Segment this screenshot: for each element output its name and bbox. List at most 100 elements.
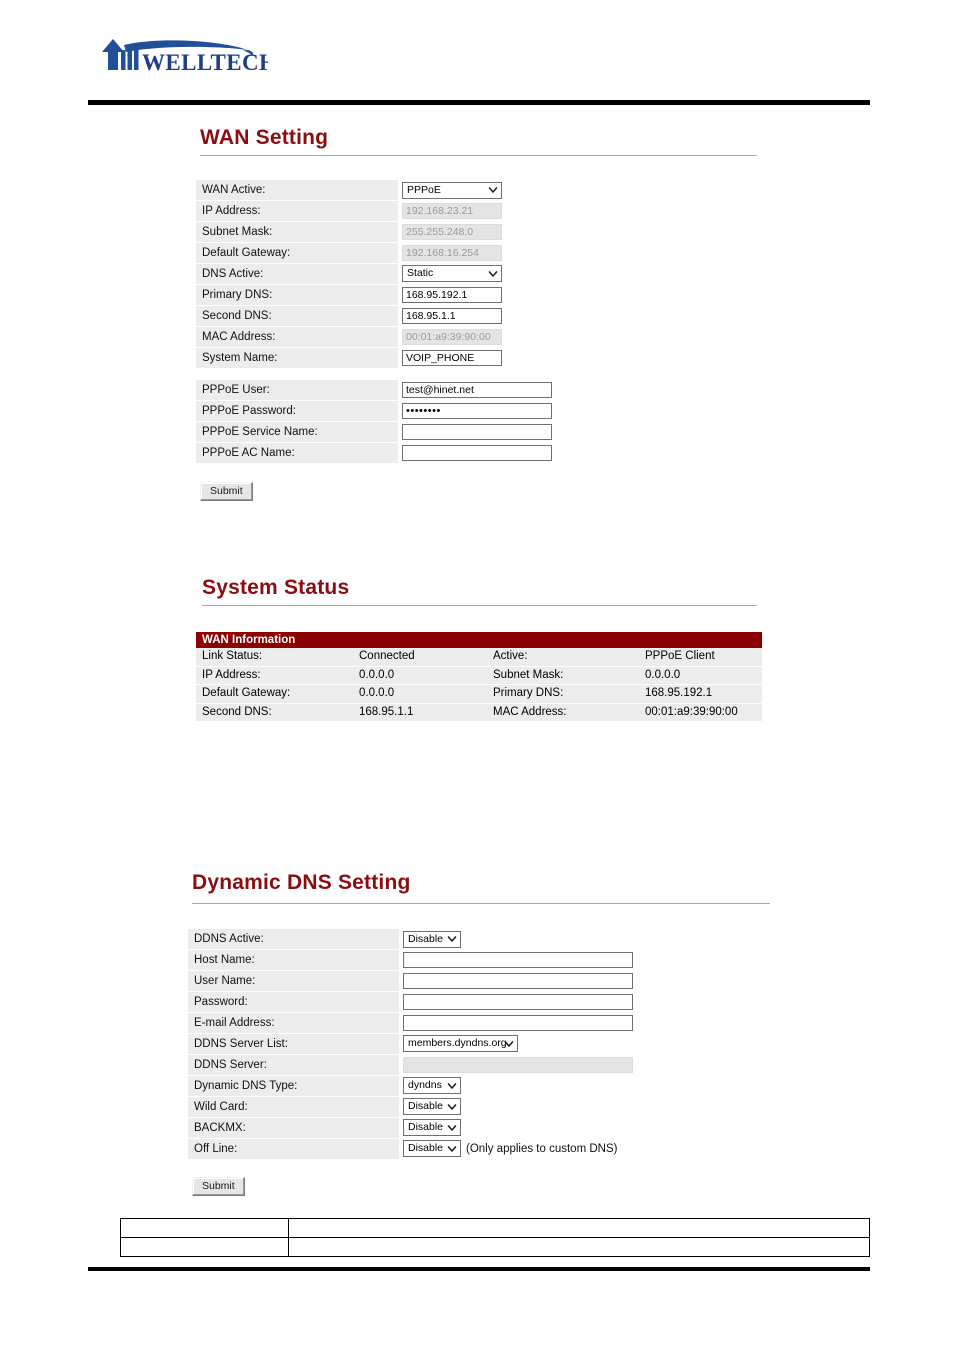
ddns-active-select[interactable]: Disable [403,930,461,948]
table-row: Second DNS: 168.95.1.1 MAC Address: 00:01:a… [196,703,762,722]
ddns-submit-button[interactable]: Submit [192,1176,245,1196]
e-mail-address-input[interactable] [403,1014,633,1031]
form-row: DDNS Server List: members.dyndns.org [188,1033,633,1055]
footer-divider [88,1267,870,1271]
host-name-input[interactable] [403,951,633,968]
off-line-select[interactable]: Disable [403,1140,461,1158]
system-name-field: VOIP_PHONE [398,347,502,369]
form-row: Wild Card: Disable [188,1096,633,1118]
wan-setting-form: WAN Active: PPPoE IP Address: 192.168.23.21… [196,180,502,369]
ip-address-field: 192.168.23.21 [398,200,502,222]
ip-address-label: IP Address: [196,666,357,685]
second-dns-value: 168.95.1.1 [406,309,456,322]
ddns-active-field: Disable [399,929,633,950]
mac-address-field: 00:01:a9:39:90:00 [398,326,502,348]
default-gateway-field: 192.168.16.254 [398,242,502,264]
wild-card-label: Wild Card: [188,1096,399,1118]
system-name-input[interactable]: VOIP_PHONE [402,349,502,366]
user-name-input[interactable] [403,972,633,989]
form-row: Dynamic DNS Type: dyndns [188,1075,633,1097]
primary-dns-label: Primary DNS: [196,284,398,306]
wan-active-select[interactable]: PPPoE [402,181,502,199]
ddns-active-selected-value: Disable [408,932,444,945]
footer-table [120,1218,870,1257]
pppoe-password-label: PPPoE Password: [196,400,398,422]
password-field [399,991,633,1013]
wild-card-select[interactable]: Disable [403,1098,461,1116]
ddns-server-list-field: members.dyndns.org [399,1033,633,1055]
password-input[interactable] [403,993,633,1010]
pppoe-user-field: test@hinet.net [398,380,552,401]
e-mail-address-field [399,1012,633,1034]
form-row: Subnet Mask: 255.255.248.0 [196,221,502,243]
ip-address-input: 192.168.23.21 [402,202,502,219]
chevron-down-icon [447,1125,457,1131]
dynamic-dns-type-select[interactable]: dyndns [403,1077,461,1095]
table-row: Default Gateway: 0.0.0.0 Primary DNS: 168.9… [196,684,762,704]
link-status-value: Connected [357,648,487,667]
dns-active-select[interactable]: Static [402,265,502,283]
dynamic-dns-type-label: Dynamic DNS Type: [188,1075,399,1097]
form-row: Host Name: [188,949,633,971]
primary-dns-input[interactable]: 168.95.192.1 [402,286,502,303]
footer-cell [288,1237,870,1257]
backmx-selected-value: Disable [408,1121,444,1134]
ddns-server-list-label: DDNS Server List: [188,1033,399,1055]
table-row: IP Address: 0.0.0.0 Subnet Mask: 0.0.0.0 [196,666,762,685]
user-name-label: User Name: [188,970,399,992]
wild-card-selected-value: Disable [408,1100,444,1113]
header-divider [88,100,870,105]
second-dns-field: 168.95.1.1 [398,305,502,327]
pppoe-ac-name-input[interactable] [402,444,552,461]
active-value: PPPoE Client [643,648,762,667]
second-dns-label: Second DNS: [196,703,357,722]
active-label: Active: [487,648,643,667]
form-row: PPPoE Password: •••••••• [196,400,552,422]
form-row: Primary DNS: 168.95.192.1 [196,284,502,306]
wan-information-header: WAN Information [196,632,762,648]
primary-dns-field: 168.95.192.1 [398,284,502,306]
second-dns-input[interactable]: 168.95.1.1 [402,307,502,324]
chevron-down-icon [447,1104,457,1110]
wan-active-label: WAN Active: [196,180,398,201]
ip-address-value: 192.168.23.21 [406,204,474,217]
default-gateway-label: Default Gateway: [196,684,357,704]
wan-submit-button[interactable]: Submit [200,481,253,501]
chevron-down-icon [447,1146,457,1152]
default-gateway-input: 192.168.16.254 [402,244,502,261]
chevron-down-icon [488,187,498,194]
mac-address-value: 00:01:a9:39:90:00 [406,330,491,343]
form-row: IP Address: 192.168.23.21 [196,200,502,222]
wan-submit-label: Submit [200,482,253,501]
footer-cell [120,1218,289,1238]
subnet-mask-label: Subnet Mask: [487,666,643,685]
ddns-active-label: DDNS Active: [188,929,399,950]
system-status-rule [202,605,757,606]
pppoe-service-name-field [398,421,552,443]
form-row: System Name: VOIP_PHONE [196,347,502,369]
form-row: MAC Address: 00:01:a9:39:90:00 [196,326,502,348]
mac-address-value: 00:01:a9:39:90:00 [643,703,762,722]
user-name-field [399,970,633,992]
document-header: WELLTECH [0,0,954,105]
pppoe-user-input[interactable]: test@hinet.net [402,382,552,399]
backmx-label: BACKMX: [188,1117,399,1139]
off-line-label: Off Line: [188,1138,399,1160]
backmx-select[interactable]: Disable [403,1119,461,1137]
ddns-server-field [399,1054,633,1076]
form-row: PPPoE User: test@hinet.net [196,380,552,401]
subnet-mask-value: 0.0.0.0 [643,666,762,685]
form-row: Password: [188,991,633,1013]
default-gateway-label: Default Gateway: [196,242,398,264]
mac-address-label: MAC Address: [487,703,643,722]
pppoe-password-input[interactable]: •••••••• [402,402,552,419]
pppoe-ac-name-label: PPPoE AC Name: [196,442,398,464]
ddns-server-list-select[interactable]: members.dyndns.org [403,1035,518,1053]
pppoe-form: PPPoE User: test@hinet.net PPPoE Password:… [196,380,552,464]
form-row: DDNS Active: Disable [188,929,633,950]
subnet-mask-value: 255.255.248.0 [406,225,474,238]
pppoe-service-name-input[interactable] [402,423,552,440]
pppoe-user-label: PPPoE User: [196,380,398,401]
default-gateway-value: 192.168.16.254 [406,246,479,259]
form-row: PPPoE Service Name: [196,421,552,443]
